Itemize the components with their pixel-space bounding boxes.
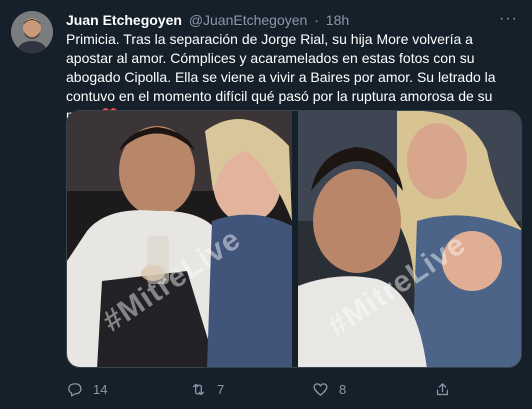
retweet-button[interactable]: 7 xyxy=(190,378,224,400)
tweet: Juan Etchegoyen @JuanEtchegoyen · 18h ··… xyxy=(0,0,532,409)
reply-count: 14 xyxy=(93,381,108,397)
reply-button[interactable]: 14 xyxy=(66,378,107,400)
author-handle[interactable]: @JuanEtchegoyen xyxy=(189,12,308,28)
tweet-media[interactable]: #MitreLive #MitreLive xyxy=(66,110,522,368)
tweet-actions: 14 7 8 xyxy=(66,378,522,400)
retweet-icon xyxy=(192,383,205,395)
like-icon xyxy=(313,382,328,396)
retweet-count: 7 xyxy=(217,381,225,397)
share-button[interactable] xyxy=(434,378,451,400)
more-icon[interactable]: ··· xyxy=(499,11,518,27)
tweet-time[interactable]: 18h xyxy=(326,12,349,28)
reply-icon xyxy=(68,382,82,397)
like-button[interactable]: 8 xyxy=(312,378,346,400)
like-count: 8 xyxy=(339,381,347,397)
avatar[interactable] xyxy=(11,11,53,53)
photo-left xyxy=(67,111,292,367)
author-name[interactable]: Juan Etchegoyen xyxy=(66,12,182,28)
tweet-header: Juan Etchegoyen @JuanEtchegoyen · 18h xyxy=(66,11,522,29)
share-icon xyxy=(436,382,449,395)
separator: · xyxy=(314,12,319,28)
